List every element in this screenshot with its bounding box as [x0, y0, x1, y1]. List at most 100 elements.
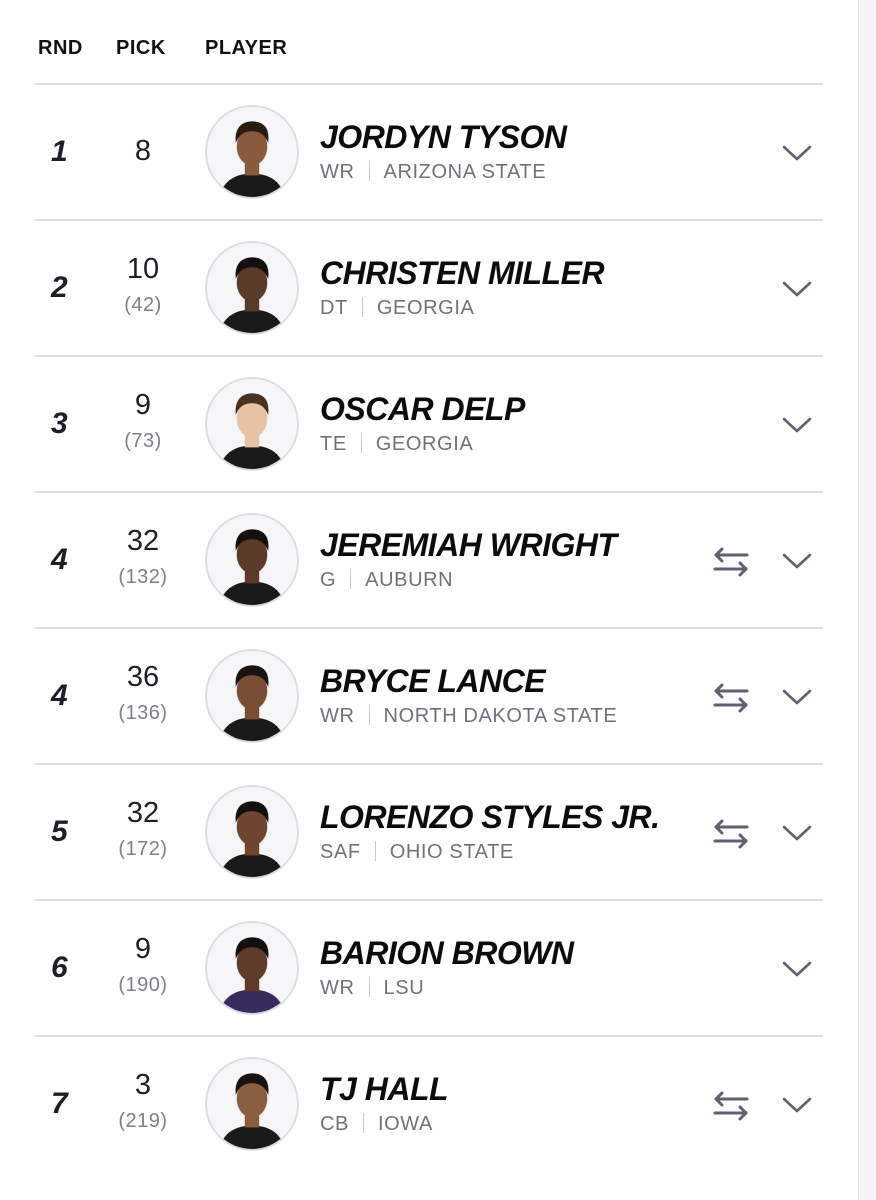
expand-chevron-down-icon[interactable]: [780, 1092, 814, 1118]
player-school: OHIO STATE: [389, 841, 514, 863]
player-school: GEORGIA: [375, 433, 474, 455]
pick-row[interactable]: 3 9 (73) OSCAR DELP TE GEORGIA: [35, 355, 823, 491]
trade-swap-icon[interactable]: [712, 818, 750, 850]
player-name[interactable]: CHRISTEN MILLER: [320, 255, 605, 292]
overall-pick-number: (136): [118, 702, 168, 724]
player-school: LSU: [383, 977, 425, 999]
player-position: DT: [320, 297, 348, 319]
overall-pick-number: (190): [118, 974, 168, 996]
trade-swap-icon[interactable]: [712, 546, 750, 578]
player-avatar: [205, 241, 299, 335]
player-name[interactable]: BARION BROWN: [320, 935, 574, 972]
pick-row[interactable]: 1 8 JORDYN TYSON WR ARIZONA STATE: [35, 83, 823, 219]
player-headshot-icon: [207, 379, 297, 469]
trade-swap-icon[interactable]: [712, 682, 750, 714]
meta-divider: [368, 705, 370, 725]
player-meta: SAF OHIO STATE: [320, 841, 514, 864]
table-header: RND PICK PLAYER: [0, 0, 840, 84]
pick-cell: 8: [103, 135, 183, 167]
scrollbar-track[interactable]: [858, 0, 876, 1200]
pick-number: 9: [134, 933, 152, 965]
player-school: IOWA: [377, 1113, 433, 1135]
trade-swap-icon[interactable]: [712, 1090, 750, 1122]
pick-number: 32: [126, 525, 160, 557]
player-meta: DT GEORGIA: [320, 297, 474, 320]
pick-row[interactable]: 4 36 (136) BRYCE LANCE WR NORTH DAKOTA STATE: [35, 627, 823, 763]
player-meta: WR LSU: [320, 977, 424, 1000]
player-position: CB: [320, 1113, 349, 1135]
player-name[interactable]: OSCAR DELP: [320, 391, 525, 428]
pick-number: 9: [134, 389, 152, 421]
player-avatar: [205, 513, 299, 607]
round-number: 4: [51, 679, 68, 712]
round-number: 2: [51, 271, 68, 304]
pick-number: 36: [126, 661, 160, 693]
player-school: GEORGIA: [376, 297, 475, 319]
player-headshot-icon: [207, 1059, 297, 1149]
pick-cell: 10 (42): [103, 253, 183, 319]
player-headshot-icon: [207, 515, 297, 605]
player-meta: TE GEORGIA: [320, 433, 473, 456]
meta-divider: [360, 433, 362, 453]
player-avatar: [205, 785, 299, 879]
player-position: TE: [320, 433, 347, 455]
player-position: WR: [320, 705, 355, 727]
player-position: SAF: [320, 841, 361, 863]
meta-divider: [362, 1113, 364, 1133]
pick-number: 10: [126, 253, 160, 285]
meta-divider: [368, 977, 370, 997]
player-avatar: [205, 105, 299, 199]
meta-divider: [374, 841, 376, 861]
player-headshot-icon: [207, 651, 297, 741]
round-number: 7: [51, 1087, 68, 1120]
player-position: WR: [320, 161, 355, 183]
header-pick: PICK: [116, 37, 166, 59]
expand-chevron-down-icon[interactable]: [780, 548, 814, 574]
round-number: 6: [51, 951, 68, 984]
pick-cell: 9 (190): [103, 933, 183, 999]
player-position: WR: [320, 977, 355, 999]
player-meta: WR NORTH DAKOTA STATE: [320, 705, 617, 728]
meta-divider: [368, 161, 370, 181]
player-name[interactable]: LORENZO STYLES JR.: [320, 799, 660, 836]
meta-divider: [350, 569, 352, 589]
player-meta: WR ARIZONA STATE: [320, 161, 546, 184]
expand-chevron-down-icon[interactable]: [780, 684, 814, 710]
expand-chevron-down-icon[interactable]: [780, 956, 814, 982]
player-name[interactable]: JEREMIAH WRIGHT: [320, 527, 617, 564]
pick-number: 8: [134, 135, 152, 167]
pick-row[interactable]: 6 9 (190) BARION BROWN WR LSU: [35, 899, 823, 1035]
overall-pick-number: (73): [124, 430, 162, 452]
player-name[interactable]: BRYCE LANCE: [320, 663, 546, 700]
player-school: NORTH DAKOTA STATE: [383, 705, 618, 727]
round-number: 1: [51, 135, 68, 168]
player-avatar: [205, 649, 299, 743]
player-avatar: [205, 377, 299, 471]
player-name[interactable]: TJ HALL: [320, 1071, 449, 1108]
player-avatar: [205, 921, 299, 1015]
round-number: 5: [51, 815, 68, 848]
pick-number: 3: [134, 1069, 152, 1101]
player-position: G: [320, 569, 337, 591]
player-meta: G AUBURN: [320, 569, 453, 592]
pick-row[interactable]: 4 32 (132) JEREMIAH WRIGHT G AUBURN: [35, 491, 823, 627]
pick-row[interactable]: 7 3 (219) TJ HALL CB IOWA: [35, 1035, 823, 1171]
pick-cell: 36 (136): [103, 661, 183, 727]
expand-chevron-down-icon[interactable]: [780, 820, 814, 846]
player-meta: CB IOWA: [320, 1113, 433, 1136]
pick-cell: 32 (172): [103, 797, 183, 863]
round-number: 3: [51, 407, 68, 440]
expand-chevron-down-icon[interactable]: [780, 412, 814, 438]
overall-pick-number: (132): [118, 566, 168, 588]
pick-cell: 3 (219): [103, 1069, 183, 1135]
player-school: AUBURN: [365, 569, 454, 591]
pick-row[interactable]: 2 10 (42) CHRISTEN MILLER DT GEORGIA: [35, 219, 823, 355]
pick-cell: 32 (132): [103, 525, 183, 591]
player-headshot-icon: [207, 243, 297, 333]
pick-row[interactable]: 5 32 (172) LORENZO STYLES JR. SAF OHIO STATE: [35, 763, 823, 899]
expand-chevron-down-icon[interactable]: [780, 140, 814, 166]
expand-chevron-down-icon[interactable]: [780, 276, 814, 302]
overall-pick-number: (219): [118, 1110, 168, 1132]
player-name[interactable]: JORDYN TYSON: [320, 119, 567, 156]
round-number: 4: [51, 543, 68, 576]
